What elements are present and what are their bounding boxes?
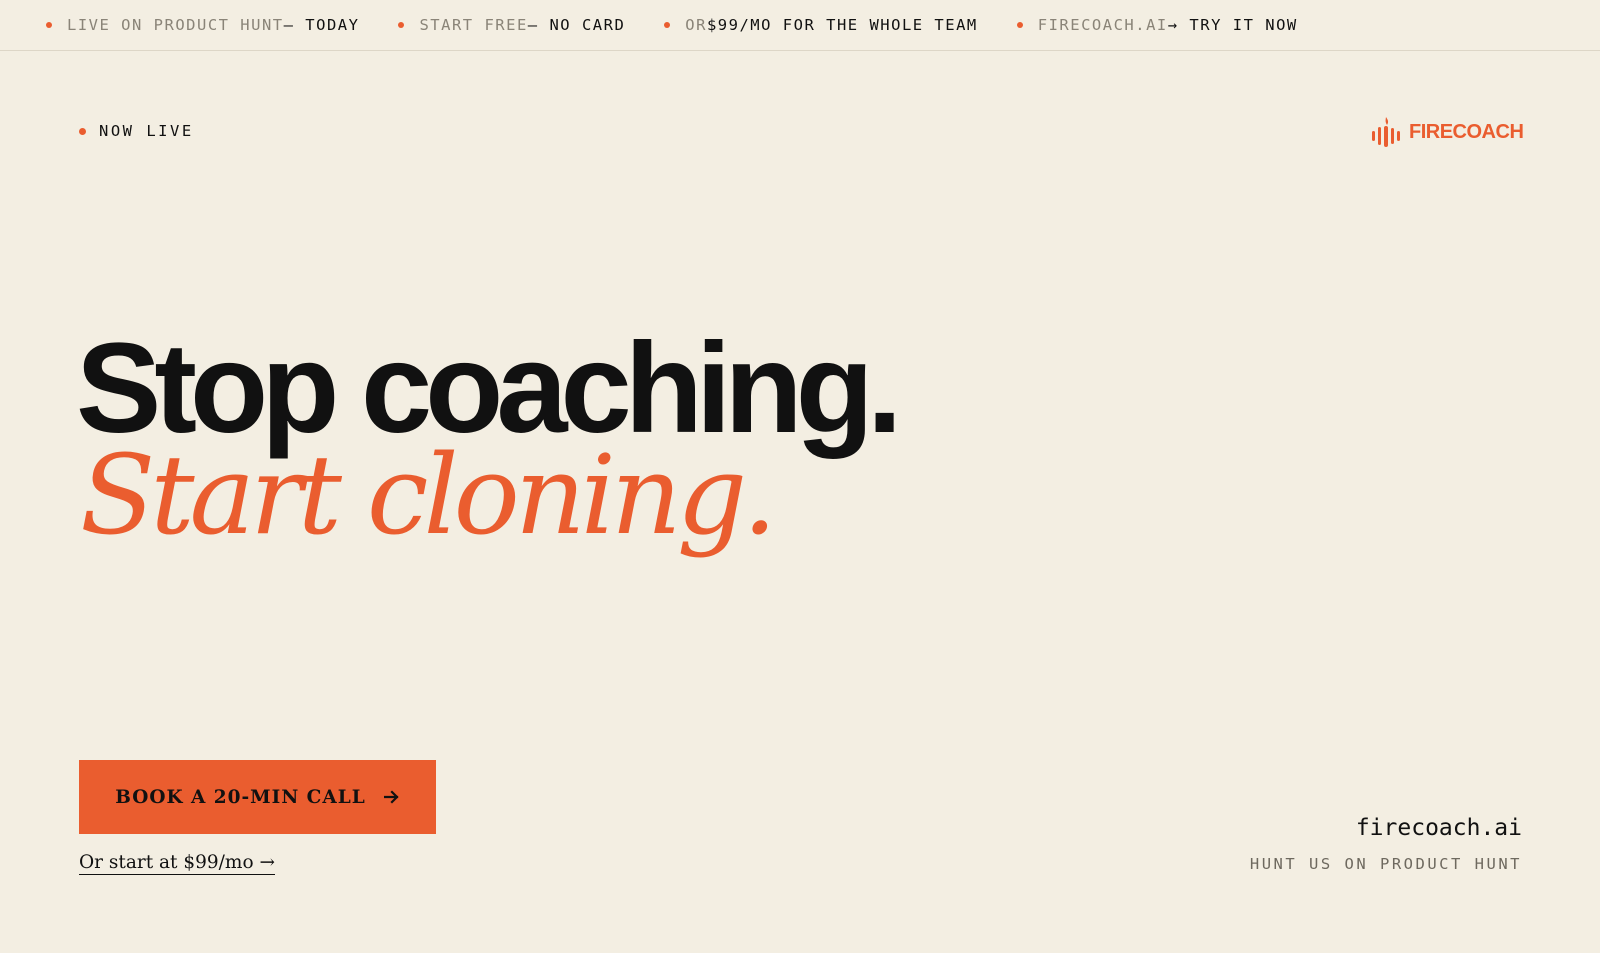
bullet-dot-icon xyxy=(1016,22,1023,28)
product-hunt-link[interactable]: HUNT US ON PRODUCT HUNT xyxy=(1250,855,1522,873)
arrow-right-icon xyxy=(383,790,399,804)
bullet-dot-icon xyxy=(46,22,52,28)
ticker-item: LIVE ON PRODUCT HUNT — TODAY xyxy=(46,16,359,34)
site-url[interactable]: firecoach.ai xyxy=(1250,815,1522,841)
ticker-item: START FREE — NO CARD xyxy=(398,16,625,34)
ticker-strong-text: → TRY IT NOW xyxy=(1167,16,1298,34)
start-pricing-link[interactable]: Or start at $99/mo → xyxy=(79,852,275,875)
bullet-dot-icon xyxy=(664,22,671,28)
firecoach-logo[interactable]: FIRECOACH xyxy=(1371,117,1524,147)
announcement-ticker: LIVE ON PRODUCT HUNT — TODAY START FREE … xyxy=(0,0,1600,51)
firecoach-logo-icon xyxy=(1372,117,1400,147)
now-live-status: NOW LIVE xyxy=(79,122,194,140)
hero-subline: Start cloning. xyxy=(80,431,777,559)
ticker-muted-text: OR xyxy=(685,16,707,34)
now-live-label: NOW LIVE xyxy=(99,122,194,140)
ticker-muted-text: LIVE ON PRODUCT HUNT xyxy=(67,16,284,34)
book-call-label: BOOK A 20-MIN CALL xyxy=(115,786,366,808)
status-dot-icon xyxy=(79,127,86,135)
ticker-muted-text: START FREE xyxy=(419,16,528,34)
ticker-muted-text: FIRECOACH.AI xyxy=(1037,16,1168,34)
ticker-item: FIRECOACH.AI → TRY IT NOW xyxy=(1016,16,1298,34)
bullet-dot-icon xyxy=(398,22,405,28)
ticker-item: OR $99/MO FOR THE WHOLE TEAM xyxy=(664,16,977,34)
book-call-button[interactable]: BOOK A 20-MIN CALL xyxy=(79,760,436,834)
ticker-strong-text: $99/MO FOR THE WHOLE TEAM xyxy=(706,16,978,34)
ticker-strong-text: — NO CARD xyxy=(527,16,626,34)
ticker-strong-text: — TODAY xyxy=(283,16,360,34)
footer-links: firecoach.ai HUNT US ON PRODUCT HUNT xyxy=(1250,815,1522,873)
logo-wordmark: FIRECOACH xyxy=(1409,120,1524,143)
